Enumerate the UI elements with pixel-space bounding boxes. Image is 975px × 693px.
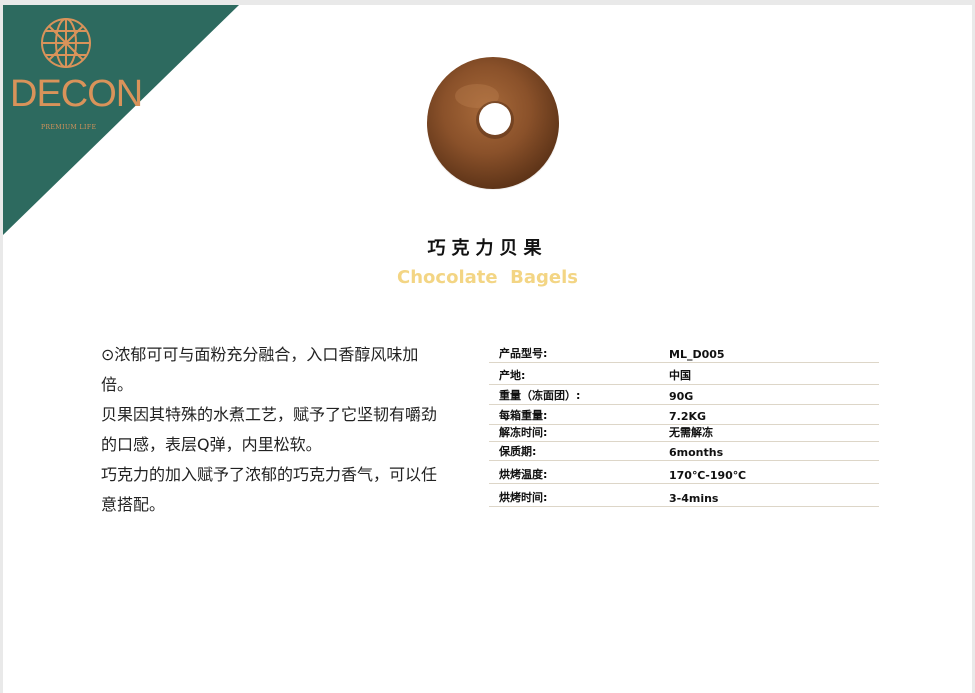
spec-row: 解冻时间: 无需解冻 [489,425,879,442]
description-paragraph: ⊙浓郁可可与面粉充分融合，入口香醇风味加倍。 [101,345,419,394]
spec-row: 烘烤时间: 3-4mins [489,484,879,507]
product-sheet-page: DECON PREMIUM LIFE 巧克力贝果 Chocolate Bagel… [3,5,972,693]
spec-value: 3-4mins [669,492,719,505]
spec-value: 中国 [669,369,691,382]
spec-label: 烘烤温度: [499,468,548,481]
spec-value: 6months [669,446,724,459]
brand-logo-wordmark: DECON [10,73,143,115]
globe-logo-icon [41,18,91,68]
spec-label: 烘烤时间: [499,491,548,504]
spec-row: 烘烤温度: 170℃-190℃ [489,461,879,484]
spec-label: 产品型号: [499,347,548,360]
spec-value: 7.2KG [669,410,707,423]
brand-tagline: PREMIUM LIFE [41,124,97,131]
spec-label: 产地: [499,369,526,382]
spec-row: 重量（冻面团）: 90G [489,385,879,405]
spec-value: ML_D005 [669,348,725,361]
product-title-cn: 巧克力贝果 [427,238,548,259]
description-paragraph: 巧克力的加入赋予了浓郁的巧克力香气，可以任意搭配。 [101,465,438,514]
spec-label: 保质期: [499,445,537,458]
product-title-en: Chocolate Bagels [397,267,578,288]
spec-row: 保质期: 6months [489,442,879,461]
spec-label: 重量（冻面团）: [499,389,581,402]
brand-banner [3,5,239,235]
spec-label: 解冻时间: [499,426,548,439]
spec-label: 每箱重量: [499,409,548,422]
bagel-photo [427,57,559,190]
spec-row: 产品型号: ML_D005 [489,339,879,363]
spec-value: 170℃-190℃ [669,469,747,482]
product-description: ⊙浓郁可可与面粉充分融合，入口香醇风味加倍。 贝果因其特殊的水煮工艺，赋予了它坚… [101,340,446,520]
spec-value: 90G [669,390,694,403]
spec-row: 产地: 中国 [489,363,879,385]
spec-row: 每箱重量: 7.2KG [489,405,879,425]
description-paragraph: 贝果因其特殊的水煮工艺，赋予了它坚韧有嚼劲的口感，表层Q弹，内里松软。 [101,405,438,454]
spec-value: 无需解冻 [669,426,713,439]
spec-table: 产品型号: ML_D005 产地: 中国 重量（冻面团）: 90G 每箱重量: … [489,339,879,507]
